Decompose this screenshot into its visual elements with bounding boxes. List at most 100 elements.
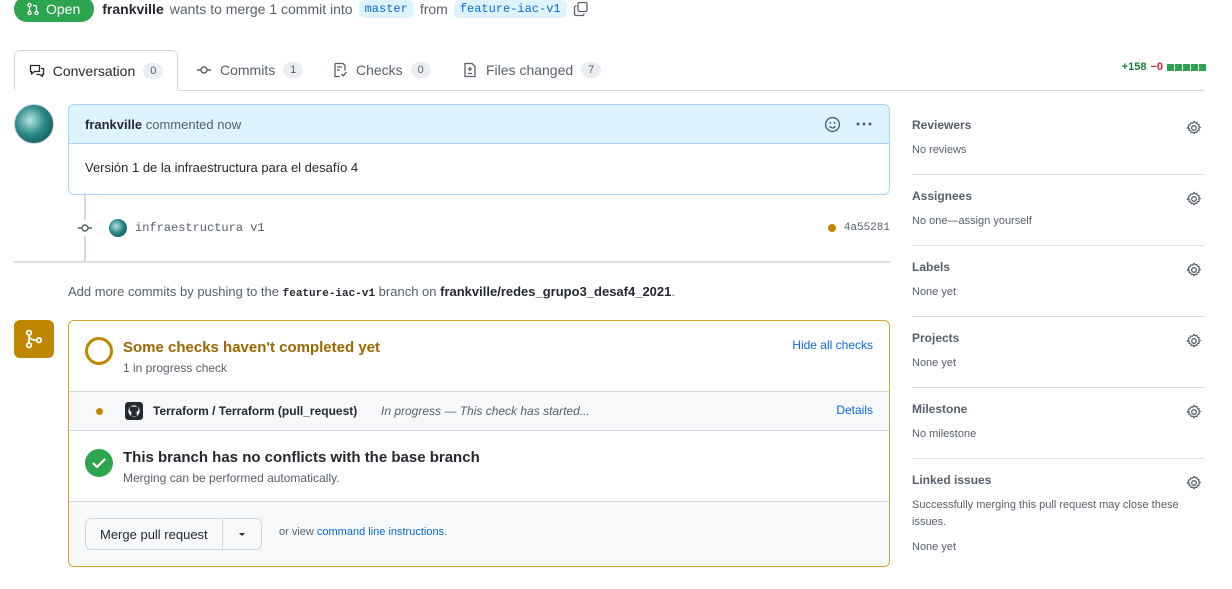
comment-header: frankville commented now — [69, 105, 889, 144]
checks-title: Some checks haven't completed yet — [123, 339, 380, 356]
pr-description-comment: frankville commented now Versión 1 de la… — [68, 104, 890, 195]
comment-time: commented now — [145, 116, 242, 132]
merge-pull-request-button[interactable]: Merge pull request — [86, 519, 223, 549]
or-view-period: . — [444, 526, 448, 538]
git-commit-icon — [77, 220, 93, 236]
merge-button-group: Merge pull request — [85, 518, 262, 550]
gear-icon[interactable] — [1186, 475, 1202, 491]
smiley-icon[interactable] — [824, 116, 841, 133]
conflict-status: This branch has no conflicts with the ba… — [69, 431, 889, 502]
diffstat-blocks — [1167, 63, 1206, 71]
gear-icon[interactable] — [1186, 191, 1202, 207]
timeline-divider — [14, 261, 890, 263]
sidebar-value: Successfully merging this pull request m… — [912, 499, 1179, 528]
comment-meta: frankville commented now — [85, 117, 241, 132]
tab-conversation[interactable]: Conversation 0 — [14, 50, 178, 91]
commit-sha-link[interactable]: 4a55281 — [844, 222, 890, 234]
commit-author-avatar[interactable] — [109, 219, 127, 237]
sidebar-labels: Labels None yet — [912, 246, 1204, 317]
comment-actions — [824, 116, 873, 133]
sidebar-value: None yet — [912, 357, 957, 369]
hide-all-checks-link[interactable]: Hide all checks — [792, 338, 873, 352]
kebab-horizontal-icon[interactable] — [855, 116, 873, 132]
base-branch-tag[interactable]: master — [358, 0, 414, 18]
gear-icon[interactable] — [1186, 404, 1202, 420]
tab-files-changed[interactable]: Files changed 7 — [462, 50, 602, 89]
sidebar-milestone: Milestone No milestone — [912, 388, 1204, 459]
check-details-link[interactable]: Details — [836, 403, 873, 417]
timeline-commit: infraestructura v1 4a55281 — [77, 216, 890, 240]
sidebar-title: Linked issues — [912, 473, 992, 487]
gear-icon[interactable] — [1186, 120, 1202, 136]
pr-tabs: Conversation 0 Commits 1 Checks 0 Files … — [14, 50, 1204, 91]
triangle-down-icon — [238, 533, 245, 536]
tab-label: Files changed — [486, 61, 574, 78]
push-hint-prefix: Add more commits by pushing to the — [68, 284, 279, 299]
tab-label: Commits — [220, 61, 276, 78]
tab-counter: 0 — [410, 61, 431, 78]
gear-icon[interactable] — [1186, 333, 1202, 349]
pr-meta: frankville wants to merge 1 commit into … — [102, 0, 588, 18]
tab-commits[interactable]: Commits 1 — [196, 50, 304, 89]
tab-label: Conversation — [52, 62, 136, 79]
comment-author-link[interactable]: frankville — [85, 117, 142, 132]
tab-label: Checks — [356, 61, 403, 78]
pr-state-label: Open — [46, 1, 81, 17]
push-hint: Add more commits by pushing to the featu… — [68, 284, 675, 300]
diffstat: +158 −0 — [1122, 61, 1206, 73]
pr-state-badge: Open — [14, 0, 95, 22]
command-line-instructions-link[interactable]: command line instructions — [317, 526, 444, 538]
or-view-text: or view command line instructions. — [279, 526, 447, 538]
author-avatar[interactable] — [14, 104, 54, 144]
pending-dot-icon — [96, 408, 103, 415]
pr-sidebar: Reviewers No reviews Assignees No one—as… — [912, 104, 1204, 571]
sidebar-value: No milestone — [912, 428, 977, 440]
sidebar-value-secondary: None yet — [912, 541, 957, 553]
commit-sha: 4a55281 — [827, 222, 890, 234]
checks-subtitle: 1 in progress check — [123, 361, 228, 375]
sidebar-value[interactable]: No one—assign yourself — [912, 213, 1204, 230]
git-pull-request-icon — [27, 2, 39, 16]
push-hint-branch: feature-iac-v1 — [282, 288, 376, 300]
sidebar-linked-issues: Linked issues Successfully merging this … — [912, 459, 1204, 571]
head-branch-tag[interactable]: feature-iac-v1 — [453, 0, 567, 18]
pr-action-text: wants to merge 1 commit into — [169, 1, 353, 17]
comment-discussion-icon — [29, 64, 44, 77]
gear-icon[interactable] — [1186, 262, 1202, 278]
pr-from-text: from — [419, 1, 448, 17]
copy-icon[interactable] — [573, 1, 589, 17]
checks-summary: Some checks haven't completed yet 1 in p… — [69, 321, 889, 392]
git-merge-icon — [25, 329, 43, 349]
pr-author-link[interactable]: frankville — [102, 1, 163, 17]
sidebar-assignees: Assignees No one—assign yourself — [912, 175, 1204, 246]
conflict-title: This branch has no conflicts with the ba… — [123, 449, 480, 466]
check-row: Terraform / Terraform (pull_request) In … — [69, 392, 889, 431]
check-name: Terraform / Terraform (pull_request) — [153, 404, 358, 418]
pending-ring-icon — [85, 337, 113, 365]
git-commit-icon — [197, 65, 211, 74]
pr-header: Open frankville wants to merge 1 commit … — [14, 0, 589, 26]
comment-body: Versión 1 de la infraestructura para el … — [85, 160, 359, 175]
pending-status-icon[interactable] — [827, 224, 836, 232]
commit-message-link[interactable]: infraestructura v1 — [135, 221, 265, 235]
github-mark-icon — [125, 402, 143, 420]
tab-counter: 7 — [581, 61, 602, 78]
sidebar-value: None yet — [912, 286, 957, 298]
diffstat-deletions: −0 — [1150, 61, 1163, 73]
conflict-subtitle: Merging can be performed automatically. — [123, 471, 340, 485]
merge-status-icon — [14, 320, 54, 358]
tab-checks[interactable]: Checks 0 — [332, 50, 431, 89]
sidebar-value: No reviews — [912, 144, 967, 156]
merge-box: Some checks haven't completed yet 1 in p… — [68, 320, 890, 567]
check-status: In progress — This check has started... — [381, 404, 590, 418]
push-hint-repo: frankville/redes_grupo3_desaf4_2021 — [440, 284, 672, 299]
tab-counter: 0 — [143, 62, 164, 79]
sidebar-projects: Projects None yet — [912, 317, 1204, 388]
push-hint-middle: branch on — [378, 284, 437, 299]
sidebar-reviewers: Reviewers No reviews — [912, 104, 1204, 175]
merge-method-dropdown[interactable] — [223, 519, 261, 549]
sidebar-title: Labels — [912, 260, 951, 274]
file-diff-icon — [464, 62, 476, 77]
sidebar-title: Projects — [912, 331, 960, 345]
sidebar-title: Reviewers — [912, 118, 972, 132]
